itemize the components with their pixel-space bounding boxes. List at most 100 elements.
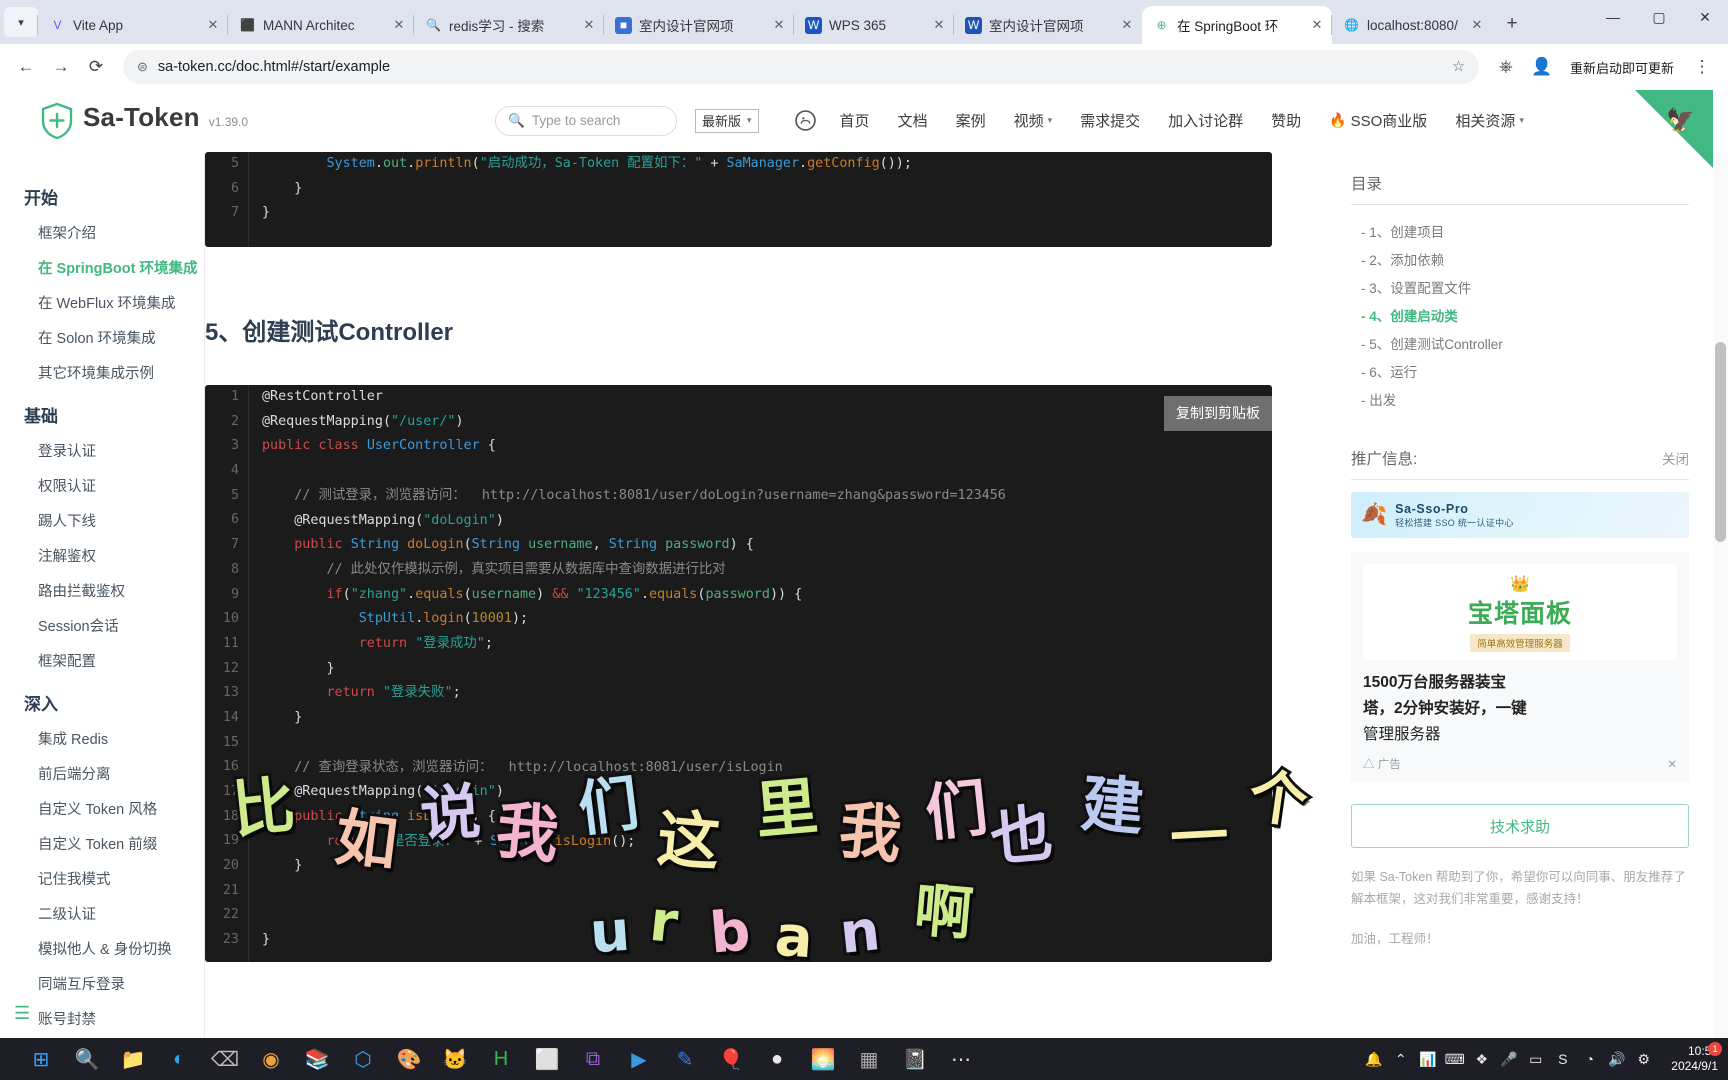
nav-item[interactable]: 首页	[826, 110, 884, 131]
sidebar-item[interactable]: 二级认证	[0, 896, 204, 931]
close-icon[interactable]: ✕	[1308, 16, 1326, 34]
sidebar-item[interactable]: 自定义 Token 前缀	[0, 826, 204, 861]
sidebar-item[interactable]: 集成 Redis	[0, 721, 204, 756]
nav-item[interactable]: 相关资源 ▾	[1441, 110, 1538, 131]
sidebar-item[interactable]: 注解鉴权	[0, 538, 204, 573]
sidebar-item[interactable]: 踢人下线	[0, 503, 204, 538]
avatar-icon[interactable]: 👤	[1526, 51, 1558, 83]
brand[interactable]: Sa-Token v1.39.0	[0, 102, 290, 140]
ime-tray-button[interactable]: ❖	[1468, 1038, 1495, 1080]
chrome-browser[interactable]: ●	[754, 1038, 800, 1080]
nav-item[interactable]: 案例	[942, 110, 1000, 131]
photos-app[interactable]: 🌅	[800, 1038, 846, 1080]
code-text[interactable]: @RestController @RequestMapping("/user/")…	[205, 385, 1272, 953]
bell-tray-button[interactable]: 🔔 1	[1360, 1038, 1722, 1080]
ad-close-button[interactable]: ✕	[1667, 757, 1677, 771]
browser-tab[interactable]: V Vite App ✕	[37, 6, 228, 44]
browser-tab[interactable]: W 室内设计官网项 ✕	[953, 6, 1142, 44]
paint-app[interactable]: 🎨	[386, 1038, 432, 1080]
scrollbar-thumb[interactable]	[1715, 342, 1726, 542]
settings-tray-button[interactable]: ⚙	[1630, 1038, 1657, 1080]
toc-item[interactable]: - 3、设置配置文件	[1351, 273, 1689, 301]
sidebar-item[interactable]: 账号封禁	[0, 1001, 204, 1036]
maximize-button[interactable]: ▢	[1636, 0, 1682, 34]
close-icon[interactable]: ✕	[1118, 16, 1136, 34]
sidebar-item[interactable]: 在 SpringBoot 环境集成	[0, 250, 204, 285]
nav-item[interactable]: 需求提交	[1066, 110, 1154, 131]
ad-baota-panel[interactable]: 👑 宝塔面板 简单高效管理服务器 1500万台服务器装宝 塔，2分钟安装好，一键…	[1351, 552, 1689, 782]
toc-item[interactable]: - 出发	[1351, 385, 1689, 413]
browser-tab[interactable]: ⬛ MANN Architec ✕	[227, 6, 414, 44]
tech-help-button[interactable]: 技术求助	[1351, 804, 1689, 848]
volume-tray-button[interactable]: 🔊	[1603, 1038, 1630, 1080]
nav-item[interactable]: 文档	[884, 110, 942, 131]
compass-app[interactable]: ◉	[248, 1038, 294, 1080]
browser-tab[interactable]: 🔍 redis学习 - 搜索 ✕	[413, 6, 604, 44]
toc-item[interactable]: - 2、添加依赖	[1351, 245, 1689, 273]
puzzle-icon[interactable]: ⎈	[1490, 51, 1522, 83]
chevron-up-tray-button[interactable]: ⌃	[1387, 1038, 1414, 1080]
page-scrollbar[interactable]	[1713, 152, 1728, 1038]
browser-tab[interactable]: 🌐 localhost:8080/ ✕	[1331, 6, 1492, 44]
keyboard-tray-button[interactable]: ⌨	[1441, 1038, 1468, 1080]
sidebar-item[interactable]: 模拟他人 & 身份切换	[0, 931, 204, 966]
sidebar-item[interactable]: 权限认证	[0, 468, 204, 503]
apps-grid[interactable]: ▦	[846, 1038, 892, 1080]
nav-item[interactable]: 赞助	[1257, 110, 1315, 131]
toc-item[interactable]: - 1、创建项目	[1351, 217, 1689, 245]
new-tab-button[interactable]: +	[1498, 10, 1526, 38]
version-select[interactable]: 最新版 ▾	[695, 108, 759, 133]
visual-studio[interactable]: ⧉	[570, 1038, 616, 1080]
toc-item[interactable]: - 5、创建测试Controller	[1351, 329, 1689, 357]
taskbar-search[interactable]: 🔍	[64, 1038, 110, 1080]
reload-button[interactable]: ⟳	[80, 51, 112, 83]
sidebar-item[interactable]: Session会话	[0, 608, 204, 643]
edge-browser[interactable]: ◐	[156, 1038, 202, 1080]
books-app[interactable]: 📚	[294, 1038, 340, 1080]
sidebar-item[interactable]: 在 Solon 环境集成	[0, 320, 204, 355]
sidebar-item[interactable]: 前后端分离	[0, 756, 204, 791]
battery-tray-button[interactable]: ▭	[1522, 1038, 1549, 1080]
close-icon[interactable]: ✕	[390, 16, 408, 34]
tab-list-button[interactable]: ▾	[4, 7, 38, 37]
visual-studio-code[interactable]: ⬡	[340, 1038, 386, 1080]
start-button[interactable]: ⊞	[18, 1038, 64, 1080]
browser-tab[interactable]: ⊕ 在 SpringBoot 环 ✕	[1142, 6, 1332, 44]
sidebar-item[interactable]: 路由拦截鉴权	[0, 573, 204, 608]
toc-item[interactable]: - 4、创建启动类	[1351, 301, 1689, 329]
nav-item[interactable]: 🔥 SSO商业版	[1315, 110, 1441, 131]
sidebar-item[interactable]: 同端互斥登录	[0, 966, 204, 1001]
page-info-icon[interactable]: ⊜	[137, 59, 148, 75]
browser-tab[interactable]: W WPS 365 ✕	[793, 6, 954, 44]
chart-tray-button[interactable]: 📊	[1414, 1038, 1441, 1080]
sidebar-item[interactable]: 框架介绍	[0, 215, 204, 250]
back-button[interactable]: ←	[10, 51, 42, 83]
notes-app[interactable]: 📓	[892, 1038, 938, 1080]
close-icon[interactable]: ✕	[1468, 16, 1486, 34]
forward-button[interactable]: →	[45, 51, 77, 83]
code-text[interactable]: System.out.println("启动成功，Sa-Token 配置如下："…	[205, 152, 1272, 226]
copy-to-clipboard-tooltip[interactable]: 复制到剪贴板	[1164, 396, 1272, 431]
hbuilder[interactable]: H	[478, 1038, 524, 1080]
close-window-button[interactable]: ✕	[1682, 0, 1728, 34]
promo-close-button[interactable]: 关闭	[1662, 448, 1689, 468]
hamburger-icon[interactable]: ☰	[14, 1003, 30, 1024]
kebab-menu-icon[interactable]: ⋮	[1686, 51, 1718, 83]
browser-tab[interactable]: ■ 室内设计官网项 ✕	[603, 6, 794, 44]
cube-app[interactable]: ⬜	[524, 1038, 570, 1080]
minimize-button[interactable]: —	[1590, 0, 1636, 34]
sidebar-item[interactable]: 自定义 Token 风格	[0, 791, 204, 826]
sidebar-item[interactable]: 记住我模式	[0, 861, 204, 896]
nav-item[interactable]: 加入讨论群	[1154, 110, 1257, 131]
ad-sa-sso-pro[interactable]: 🍂 Sa-Sso-Pro 轻松搭建 SSO 统一认证中心	[1351, 492, 1689, 538]
sogou-tray-button[interactable]: S	[1549, 1038, 1576, 1080]
update-button[interactable]: 重新启动即可更新	[1562, 53, 1682, 82]
media-player[interactable]: ▶	[616, 1038, 662, 1080]
github-icon[interactable]	[785, 110, 826, 131]
nav-item[interactable]: 视频 ▾	[1000, 110, 1067, 131]
wifi-tray-button[interactable]: ◔	[1576, 1038, 1603, 1080]
sidebar-item[interactable]: 其它环境集成示例	[0, 355, 204, 390]
sidebar-item[interactable]: 框架配置	[0, 643, 204, 678]
file-explorer[interactable]: 📁	[110, 1038, 156, 1080]
star-icon[interactable]: ☆	[1452, 59, 1465, 75]
